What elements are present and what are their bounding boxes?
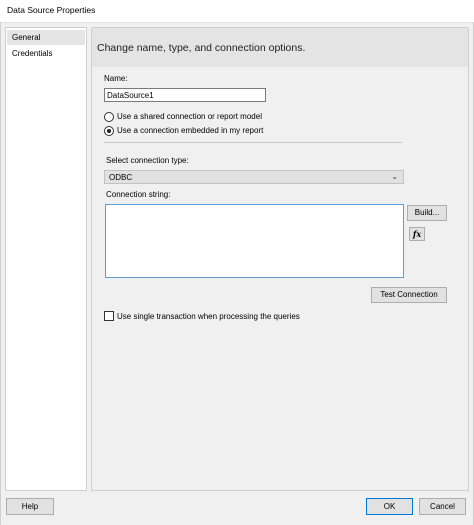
chevron-down-icon: ⌄ — [391, 172, 398, 181]
nav-item-label: General — [12, 33, 41, 42]
connection-string-input[interactable] — [105, 204, 404, 278]
separator — [104, 142, 402, 143]
help-button[interactable]: Help — [6, 498, 54, 515]
build-button[interactable]: Build... — [407, 205, 447, 221]
window-left-border — [0, 22, 1, 525]
page-heading: Change name, type, and connection option… — [97, 42, 306, 54]
cancel-button[interactable]: Cancel — [419, 498, 466, 515]
radio-shared-connection[interactable] — [104, 112, 114, 122]
single-transaction-checkbox[interactable] — [104, 311, 114, 321]
title-bar: Data Source Properties — [0, 0, 474, 23]
radio-embedded-connection[interactable] — [104, 126, 114, 136]
nav-item-general[interactable]: General — [7, 30, 85, 45]
test-connection-button[interactable]: Test Connection — [371, 287, 447, 303]
window-title: Data Source Properties — [7, 5, 96, 15]
nav-item-label: Credentials — [12, 49, 53, 58]
connection-type-label: Select connection type: — [106, 156, 189, 165]
name-label: Name: — [104, 74, 128, 83]
single-transaction-label: Use single transaction when processing t… — [117, 312, 300, 321]
name-input[interactable] — [104, 88, 266, 102]
header-band: Change name, type, and connection option… — [92, 28, 468, 67]
connection-string-label: Connection string: — [106, 190, 171, 199]
radio-embedded-connection-label: Use a connection embedded in my report — [117, 126, 264, 135]
fx-icon: fx — [412, 229, 422, 239]
radio-shared-connection-label: Use a shared connection or report model — [117, 112, 262, 121]
nav-item-credentials[interactable]: Credentials — [7, 46, 85, 61]
navigation-panel: General Credentials — [5, 27, 87, 491]
connection-type-select[interactable]: ODBC ⌄ — [104, 170, 404, 184]
ok-button[interactable]: OK — [366, 498, 413, 515]
expression-button[interactable]: fx — [409, 227, 425, 241]
connection-type-value: ODBC — [109, 173, 133, 182]
